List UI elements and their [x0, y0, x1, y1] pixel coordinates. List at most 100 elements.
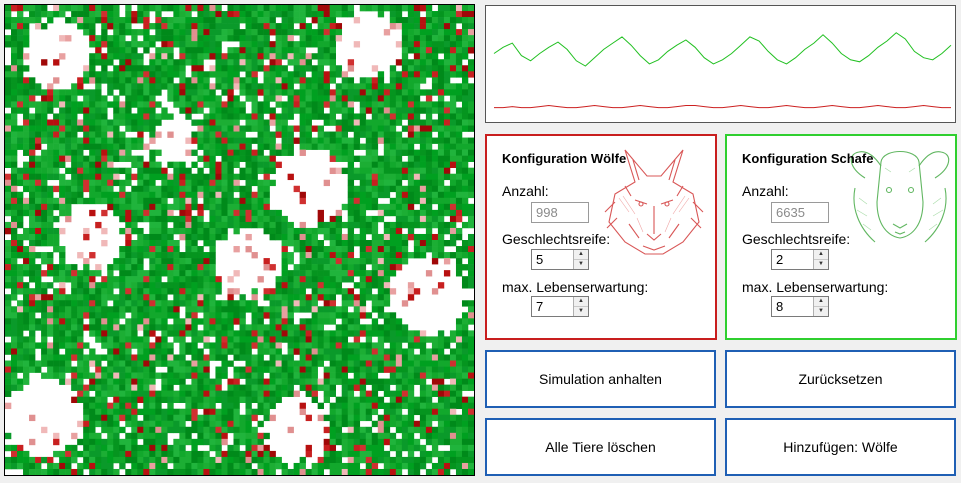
- grid-cell: [389, 390, 397, 397]
- grid-cell: [413, 59, 421, 66]
- grid-cell: [83, 270, 90, 277]
- grid-cell: [281, 300, 288, 307]
- grid-cell: [179, 233, 186, 241]
- grid-cell: [251, 324, 258, 331]
- spin-down-icon[interactable]: ▼: [574, 259, 588, 268]
- grid-cell: [11, 155, 18, 162]
- grid-cell: [191, 5, 198, 12]
- grid-cell: [239, 11, 246, 18]
- spin-down-icon[interactable]: ▼: [814, 259, 828, 268]
- grid-cell: [161, 233, 168, 241]
- grid-cell: [281, 288, 288, 295]
- grid-cell: [443, 197, 451, 205]
- grid-cell: [287, 131, 294, 138]
- delete-all-animals-button[interactable]: Alle Tiere löschen: [485, 418, 716, 476]
- grid-cell: [65, 185, 72, 193]
- grid-cell: [287, 258, 294, 265]
- grid-cell: [233, 450, 240, 458]
- grid-cell: [323, 306, 330, 313]
- grid-cell: [119, 462, 126, 470]
- sheep-maturity-spin[interactable]: ▲ ▼: [813, 250, 828, 269]
- grid-cell: [149, 444, 156, 452]
- grid-cell: [95, 432, 102, 440]
- grid-cell: [179, 288, 186, 295]
- grid-cell: [47, 294, 54, 301]
- grid-cell: [203, 240, 210, 247]
- spin-up-icon[interactable]: ▲: [814, 250, 828, 259]
- grid-cell: [113, 53, 120, 60]
- grid-cell: [407, 41, 415, 48]
- grid-cell: [53, 438, 60, 446]
- grid-cell: [431, 137, 439, 144]
- grid-cell: [209, 378, 216, 385]
- grid-cell: [347, 384, 355, 391]
- grid-cell: [239, 83, 246, 90]
- spin-down-icon[interactable]: ▼: [574, 306, 588, 315]
- grid-cell: [233, 396, 240, 403]
- wolf-maturity-stepper[interactable]: 5 ▲ ▼: [531, 249, 589, 270]
- grid-cell: [251, 161, 258, 168]
- grid-cell: [137, 360, 144, 367]
- wolf-lifespan-value[interactable]: 7: [536, 299, 543, 314]
- grid-cell: [113, 41, 120, 48]
- grid-cell: [35, 185, 42, 193]
- sheep-lifespan-stepper[interactable]: 8 ▲ ▼: [771, 296, 829, 317]
- grid-cell: [437, 59, 445, 66]
- grid-cell: [401, 432, 409, 440]
- grid-cell: [383, 420, 391, 428]
- grid-cell: [89, 456, 96, 464]
- pause-simulation-button[interactable]: Simulation anhalten: [485, 350, 716, 408]
- sheep-maturity-value[interactable]: 2: [776, 252, 783, 267]
- grid-cell: [5, 125, 12, 132]
- add-animals-button[interactable]: Hinzufügen: Wölfe: [725, 418, 956, 476]
- wolf-lifespan-stepper[interactable]: 7 ▲ ▼: [531, 296, 589, 317]
- simulation-grid[interactable]: [4, 4, 475, 476]
- wolf-maturity-value[interactable]: 5: [536, 252, 543, 267]
- grid-cell: [425, 408, 433, 416]
- grid-cell: [17, 240, 24, 247]
- grid-cell: [395, 119, 403, 126]
- grid-cell: [455, 185, 463, 193]
- grid-cell: [53, 330, 60, 337]
- spin-up-icon[interactable]: ▲: [574, 297, 588, 306]
- grid-cell: [185, 173, 192, 181]
- grid-cell: [53, 233, 60, 241]
- grid-cell: [101, 173, 108, 181]
- spin-down-icon[interactable]: ▼: [814, 306, 828, 315]
- grid-cell: [323, 17, 330, 24]
- grid-cell: [461, 462, 469, 470]
- grid-cell: [71, 396, 78, 403]
- wolf-maturity-spin[interactable]: ▲ ▼: [573, 250, 588, 269]
- reset-button[interactable]: Zurücksetzen: [725, 350, 956, 408]
- grid-cell: [5, 197, 12, 205]
- grid-cell: [353, 438, 361, 446]
- sheep-maturity-stepper[interactable]: 2 ▲ ▼: [771, 249, 829, 270]
- grid-cell: [221, 221, 228, 229]
- grid-cell: [173, 264, 180, 271]
- grid-cell: [17, 342, 24, 349]
- grid-cell: [113, 173, 120, 181]
- spin-up-icon[interactable]: ▲: [574, 250, 588, 259]
- grid-cell: [299, 348, 306, 355]
- grid-cell: [335, 29, 343, 36]
- grid-cell: [311, 240, 318, 247]
- grid-cell: [227, 185, 234, 193]
- grid-cell: [413, 113, 421, 120]
- grid-cell: [59, 149, 66, 156]
- sheep-lifespan-spin[interactable]: ▲ ▼: [813, 297, 828, 316]
- grid-cell: [293, 11, 300, 18]
- grid-cell: [329, 29, 336, 36]
- grid-cell: [53, 203, 60, 211]
- grid-cell: [269, 143, 276, 150]
- grid-cell: [185, 185, 192, 193]
- sheep-lifespan-value[interactable]: 8: [776, 299, 783, 314]
- grid-cell: [95, 378, 102, 385]
- grid-cell: [131, 155, 138, 162]
- grid-cell: [131, 161, 138, 168]
- spin-up-icon[interactable]: ▲: [814, 297, 828, 306]
- grid-cell: [11, 77, 18, 84]
- grid-cell: [5, 306, 12, 313]
- wolf-lifespan-spin[interactable]: ▲ ▼: [573, 297, 588, 316]
- grid-cell: [275, 282, 282, 289]
- grid-cell: [83, 354, 90, 361]
